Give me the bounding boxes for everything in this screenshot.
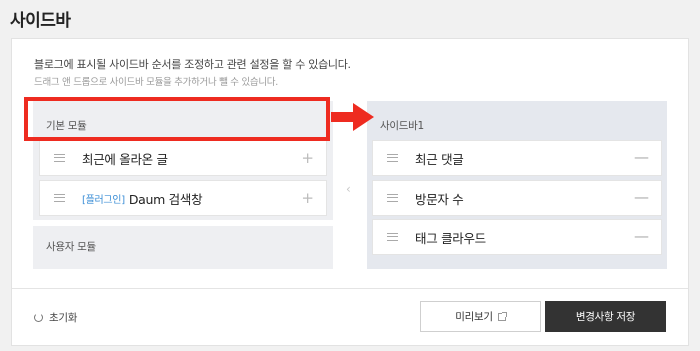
drag-handle-icon[interactable] bbox=[387, 194, 398, 202]
module-group-divider bbox=[33, 220, 333, 226]
chevron-left-icon: ‹ bbox=[346, 182, 351, 196]
remove-module-button[interactable]: — bbox=[634, 189, 649, 205]
add-module-button[interactable]: + bbox=[301, 150, 314, 166]
refresh-icon bbox=[34, 313, 43, 322]
module-item-recent-posts[interactable]: 최근에 올라온 글 + bbox=[39, 140, 327, 176]
add-module-button[interactable]: + bbox=[301, 190, 314, 206]
save-label: 변경사항 저장 bbox=[575, 311, 636, 323]
module-item-recent-comments[interactable]: 최근 댓글 — bbox=[372, 140, 662, 176]
page-description: 블로그에 표시될 사이드바 순서를 조정하고 관련 설정을 할 수 있습니다. bbox=[34, 58, 351, 71]
preview-button[interactable]: 미리보기 bbox=[420, 301, 541, 332]
preview-label: 미리보기 bbox=[455, 311, 493, 323]
module-item-visitor-count[interactable]: 방문자 수 — bbox=[372, 180, 662, 216]
module-label: 최근에 올라온 글 bbox=[82, 151, 168, 167]
plugin-tag: [플러그인] bbox=[82, 194, 125, 206]
drag-handle-icon[interactable] bbox=[387, 233, 398, 241]
drag-handle-icon[interactable] bbox=[387, 154, 398, 162]
module-item-tag-cloud[interactable]: 태그 클라우드 — bbox=[372, 219, 662, 255]
page-title: 사이드바 bbox=[10, 11, 71, 31]
module-label: Daum 검색창 bbox=[128, 191, 203, 207]
reset-label: 초기화 bbox=[49, 312, 78, 324]
sidebar-settings-panel: 블로그에 표시될 사이드바 순서를 조정하고 관련 설정을 할 수 있습니다. … bbox=[11, 38, 689, 346]
module-label: 태그 클라우드 bbox=[415, 230, 486, 246]
drag-handle-icon[interactable] bbox=[54, 194, 65, 202]
remove-module-button[interactable]: — bbox=[634, 228, 649, 244]
footer-divider bbox=[12, 288, 688, 289]
user-modules-header: 사용자 모듈 bbox=[46, 241, 96, 253]
module-item-daum-search[interactable]: [플러그인] Daum 검색창 + bbox=[39, 180, 327, 216]
module-label: 최근 댓글 bbox=[415, 151, 464, 167]
external-link-icon bbox=[497, 311, 507, 321]
sidebar1-column: 사이드바1 최근 댓글 — 방문자 수 — 태그 클라우드 — bbox=[367, 101, 667, 269]
drag-handle-icon[interactable] bbox=[54, 154, 65, 162]
arrow-right-icon bbox=[331, 103, 374, 131]
highlight-box bbox=[24, 97, 330, 141]
module-label: 방문자 수 bbox=[415, 191, 464, 207]
reset-button[interactable]: 초기화 bbox=[34, 310, 77, 325]
page-hint: 드래그 앤 드롭으로 사이드바 모듈을 추가하거나 뺄 수 있습니다. bbox=[34, 77, 278, 88]
sidebar1-header: 사이드바1 bbox=[380, 120, 424, 132]
remove-module-button[interactable]: — bbox=[634, 149, 649, 165]
save-changes-button[interactable]: 변경사항 저장 bbox=[545, 301, 666, 332]
